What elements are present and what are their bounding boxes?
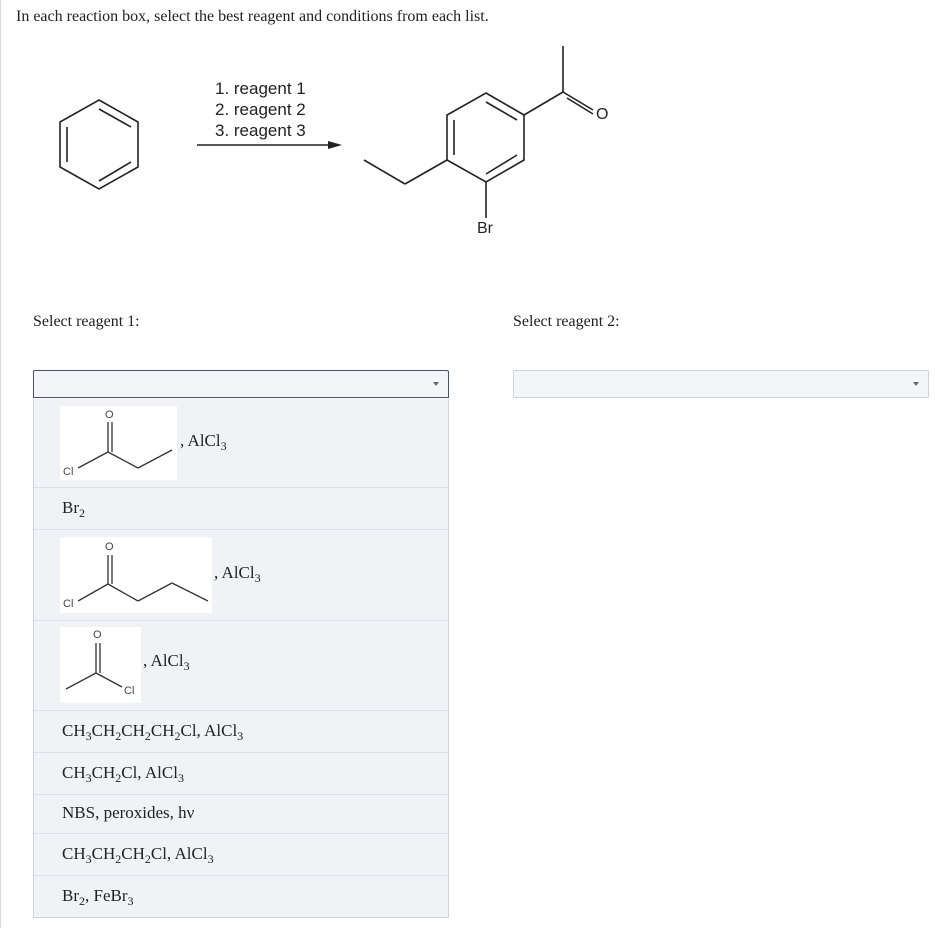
reaction-scheme-drawing <box>59 46 594 218</box>
condition-step-2: 2. reagent 2 <box>215 100 306 119</box>
product-structure <box>363 46 594 218</box>
benzene-structure <box>59 99 139 190</box>
option-br2-febr3[interactable]: Br2, FeBr3 <box>34 876 448 918</box>
option-ethyl-chloride[interactable]: CH3CH2Cl, AlCl3 <box>34 753 448 795</box>
option-br2[interactable]: Br2 <box>34 488 448 530</box>
reaction-scheme: 1. reagent 1 2. reagent 2 3. reagent 3 O… <box>0 0 948 300</box>
propanoyl-chloride-structure: O Cl <box>60 406 177 480</box>
option-propanoyl-chloride[interactable]: O Cl , AlCl3 <box>34 399 448 488</box>
option-nbs[interactable]: NBS, peroxides, hν <box>34 795 448 834</box>
chevron-down-icon <box>433 382 439 386</box>
select-reagent-2-dropdown[interactable] <box>513 370 929 398</box>
product-bromine-label: Br <box>477 220 493 237</box>
butanoyl-chloride-structure: O Cl <box>60 537 212 613</box>
select-reagent-1-dropdown[interactable] <box>33 370 449 398</box>
option-propyl-chloride[interactable]: CH3CH2CH2Cl, AlCl3 <box>34 834 448 876</box>
reagent-1-options-list: O Cl , AlCl3 Br2 O Cl , AlCl3 O Cl , AlC… <box>33 399 449 918</box>
condition-step-1: 1. reagent 1 <box>215 79 306 98</box>
select-reagent-2-label: Select reagent 2: <box>513 313 620 330</box>
option-butyl-chloride[interactable]: CH3CH2CH2CH2Cl, AlCl3 <box>34 711 448 753</box>
chevron-down-icon <box>913 382 919 386</box>
product-oxygen-label: O <box>596 106 609 123</box>
select-reagent-1-label: Select reagent 1: <box>33 313 140 330</box>
condition-step-3: 3. reagent 3 <box>215 121 306 140</box>
option-acetyl-chloride[interactable]: O Cl , AlCl3 <box>34 621 448 711</box>
option-butanoyl-chloride[interactable]: O Cl , AlCl3 <box>34 530 448 621</box>
acetyl-chloride-structure: O Cl <box>60 627 141 703</box>
reaction-arrow <box>197 141 342 149</box>
